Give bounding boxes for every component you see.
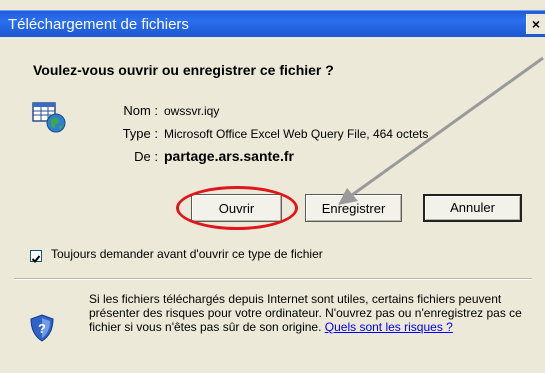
dialog-question: Voulez-vous ouvrir ou enregistrer ce fic… — [33, 62, 334, 78]
checkmark-icon — [31, 255, 41, 263]
divider — [14, 278, 532, 280]
save-button[interactable]: Enregistrer — [305, 194, 402, 222]
svg-text:?: ? — [38, 321, 46, 336]
open-button-highlight — [176, 186, 298, 230]
close-button[interactable]: × — [526, 14, 545, 34]
from-label: De : — [134, 149, 158, 164]
window-title: Téléchargement de fichiers — [8, 16, 189, 33]
risks-link[interactable]: Quels sont les risques ? — [325, 320, 453, 334]
web-query-file-icon — [32, 102, 66, 133]
title-bar: Téléchargement de fichiers × — [0, 10, 545, 37]
security-info: Si les fichiers téléchargés depuis Inter… — [89, 292, 529, 334]
from-value: partage.ars.sante.fr — [164, 148, 294, 164]
name-value: owssvr.iqy — [164, 104, 220, 118]
type-value: Microsoft Office Excel Web Query File, 4… — [164, 127, 429, 141]
always-ask-checkbox[interactable] — [30, 250, 42, 263]
always-ask-label[interactable]: Toujours demander avant d'ouvrir ce type… — [51, 247, 323, 261]
name-label: Nom : — [123, 103, 158, 118]
cancel-button[interactable]: Annuler — [423, 194, 522, 222]
type-label: Type : — [122, 126, 158, 141]
security-shield-icon: ? — [30, 314, 54, 342]
security-info-text: Si les fichiers téléchargés depuis Inter… — [89, 292, 522, 334]
